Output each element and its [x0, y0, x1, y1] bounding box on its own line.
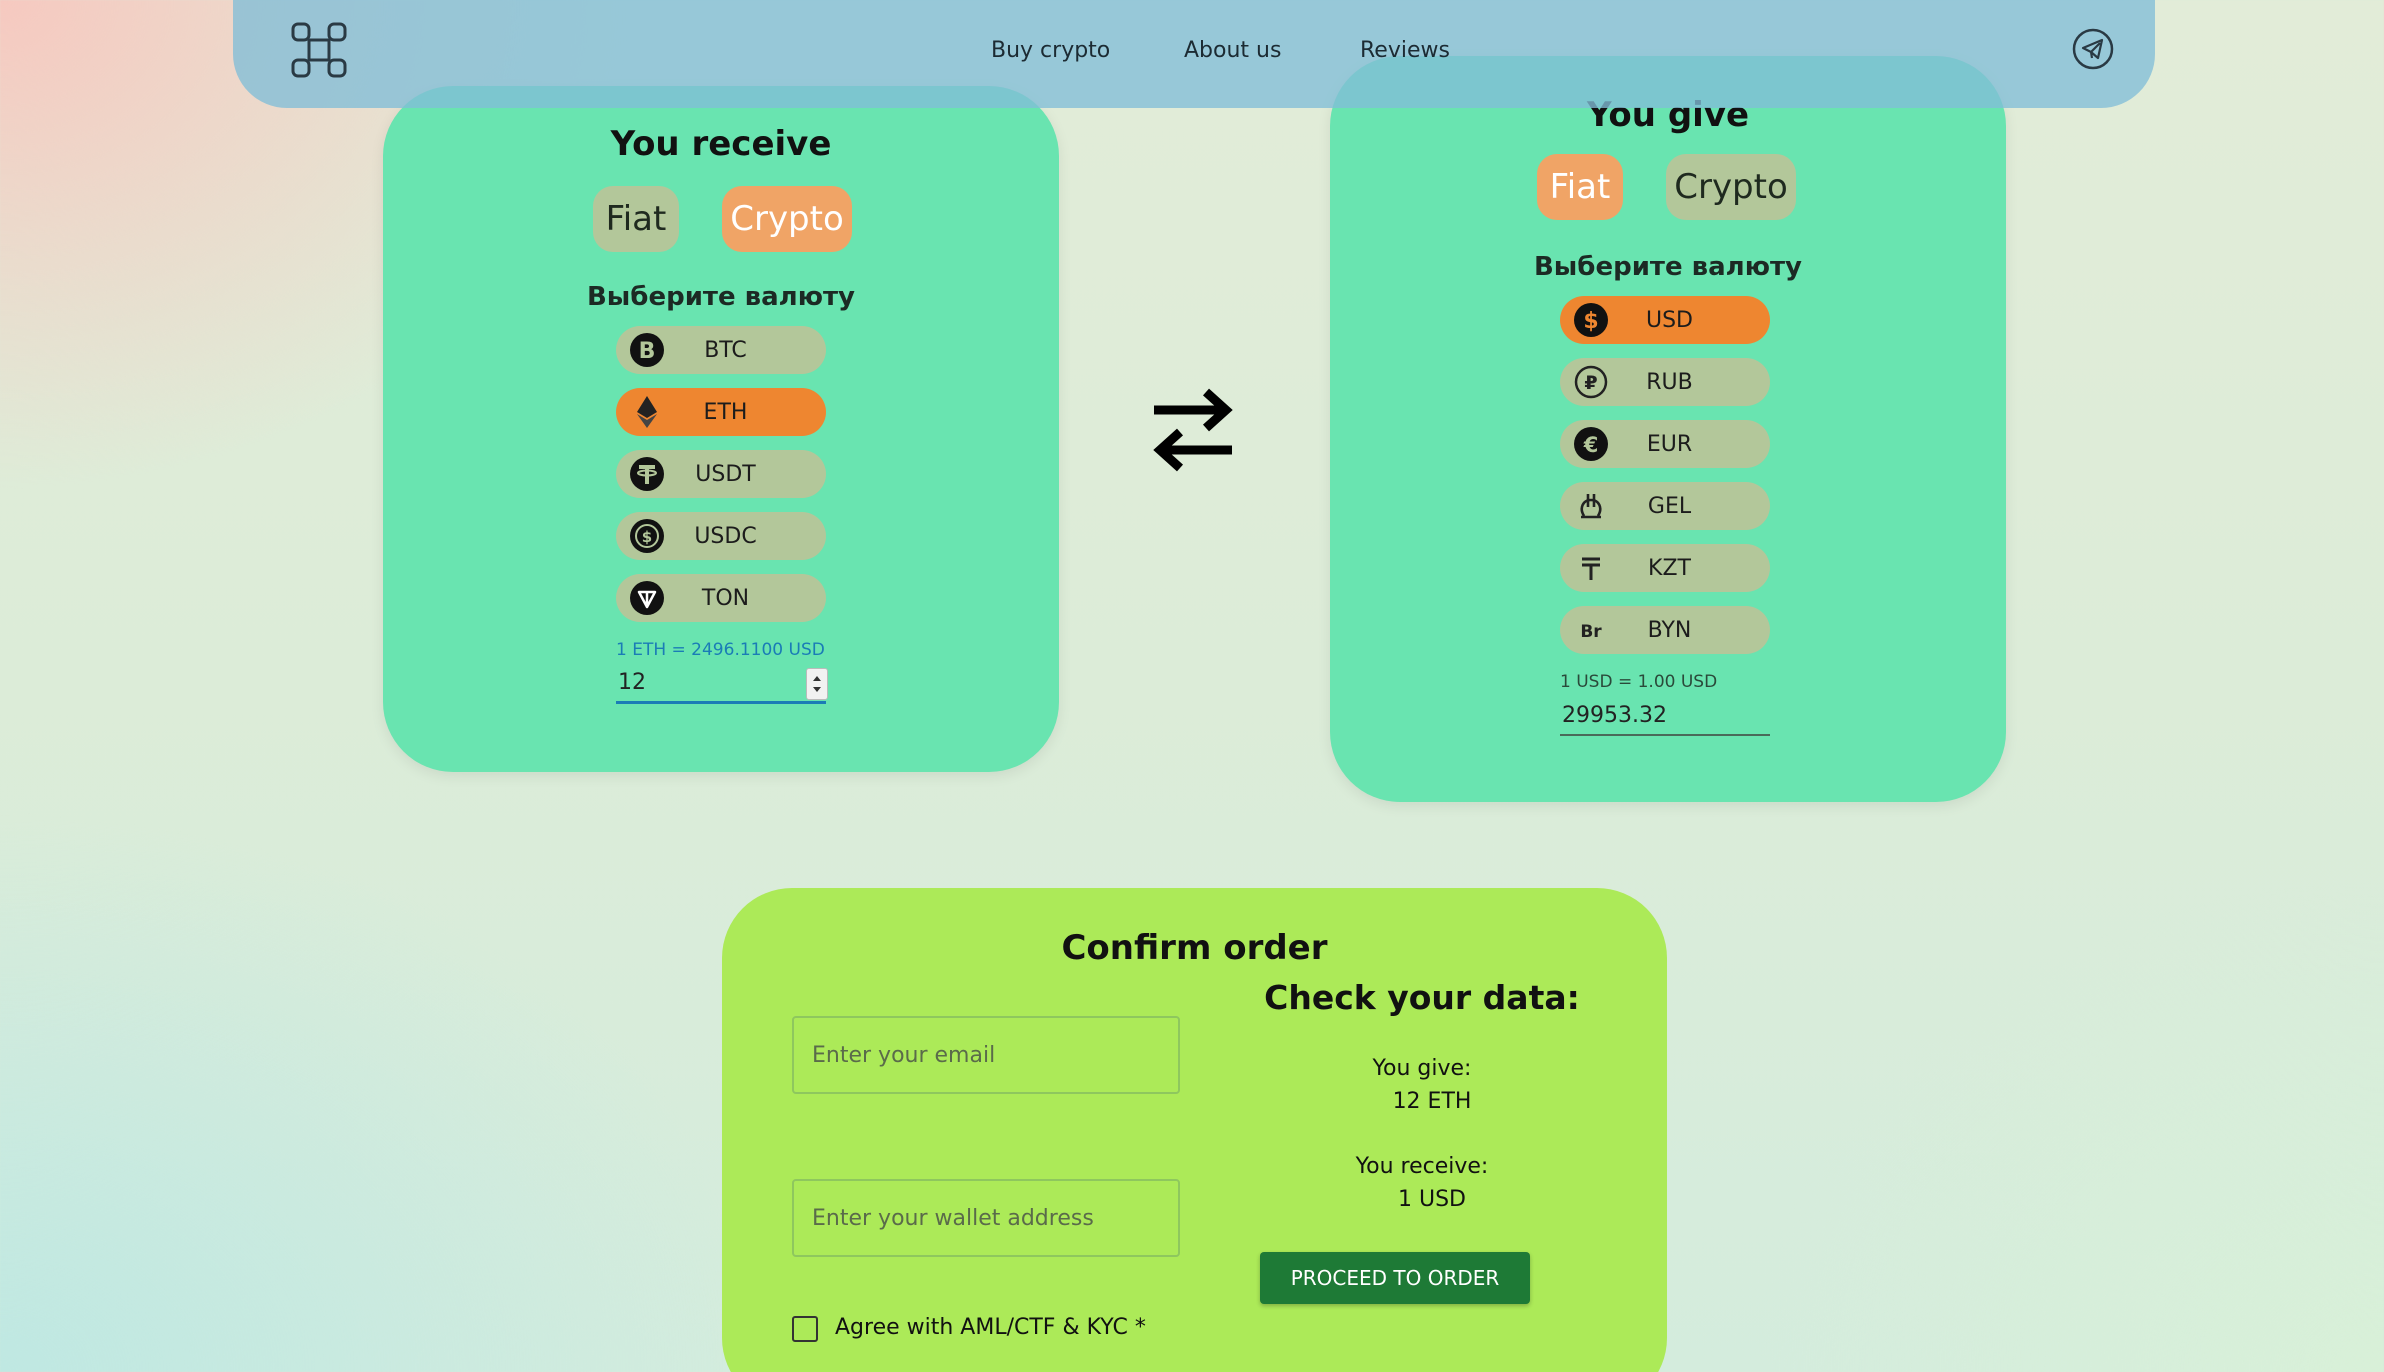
give-fiat-tab[interactable]: Fiat: [1537, 154, 1623, 220]
give-currency-eur[interactable]: € EUR: [1560, 420, 1770, 468]
svg-text:Br: Br: [1580, 622, 1602, 642]
proceed-to-order-button[interactable]: PROCEED TO ORDER: [1260, 1252, 1530, 1304]
receive-amount-input[interactable]: [616, 664, 826, 704]
swap-arrows-icon[interactable]: [1150, 382, 1236, 478]
check-data-title: Check your data:: [1264, 978, 1580, 1017]
receive-currency-usdc[interactable]: $ USDC: [616, 512, 826, 560]
ton-icon: [629, 580, 665, 616]
currency-label: USDT: [695, 461, 756, 487]
currency-label: EUR: [1646, 431, 1693, 457]
telegram-icon[interactable]: [2071, 27, 2115, 71]
tether-icon: [629, 456, 665, 492]
nav-buy-crypto[interactable]: Buy crypto: [991, 38, 1110, 63]
receive-title: You receive: [610, 124, 832, 164]
logo-icon[interactable]: [289, 20, 349, 80]
lari-icon: [1573, 488, 1609, 524]
give-currency-usd[interactable]: $ USD: [1560, 296, 1770, 344]
currency-label: USD: [1645, 307, 1693, 333]
wallet-address-field[interactable]: [792, 1179, 1180, 1257]
currency-label: TON: [701, 585, 750, 611]
nav-about-us[interactable]: About us: [1184, 38, 1281, 63]
give-currency-byn[interactable]: Br BYN: [1560, 606, 1770, 654]
top-navbar: Buy crypto About us Reviews: [233, 0, 2155, 108]
svg-text:B: B: [639, 339, 656, 364]
belarus-ruble-icon: Br: [1573, 612, 1609, 648]
receive-card: You receive Fiat Crypto Выберите валюту …: [383, 86, 1059, 772]
currency-label: KZT: [1648, 555, 1691, 581]
confirm-title: Confirm order: [1061, 928, 1328, 968]
usdc-icon: $: [629, 518, 665, 554]
summary-give-value: 12 ETH: [1392, 1089, 1472, 1114]
currency-label: BTC: [704, 337, 747, 363]
receive-currency-ton[interactable]: TON: [616, 574, 826, 622]
confirm-order-card: Confirm order Check your data: You give:…: [722, 888, 1667, 1372]
receive-select-label: Выберите валюту: [586, 282, 856, 312]
email-field[interactable]: [792, 1016, 1180, 1094]
ethereum-icon: [629, 394, 665, 430]
svg-text:€: €: [1583, 433, 1599, 457]
dollar-icon: $: [1573, 302, 1609, 338]
give-card: You give Fiat Crypto Выберите валюту $ U…: [1330, 56, 2006, 802]
euro-icon: €: [1573, 426, 1609, 462]
ruble-icon: ₽: [1573, 364, 1609, 400]
bitcoin-icon: B: [629, 332, 665, 368]
receive-fiat-tab[interactable]: Fiat: [593, 186, 679, 252]
amount-stepper[interactable]: [806, 668, 828, 700]
receive-crypto-tab[interactable]: Crypto: [722, 186, 852, 252]
agree-label: Agree with AML/CTF & KYC *: [835, 1315, 1146, 1340]
give-select-label: Выберите валюту: [1533, 252, 1803, 282]
summary-give-label: You give:: [1372, 1056, 1472, 1081]
tenge-icon: [1573, 550, 1609, 586]
currency-label: RUB: [1646, 369, 1693, 395]
currency-label: ETH: [703, 399, 748, 425]
give-currency-rub[interactable]: ₽ RUB: [1560, 358, 1770, 406]
svg-text:$: $: [1583, 309, 1598, 334]
currency-label: GEL: [1647, 493, 1692, 519]
summary-receive-label: You receive:: [1355, 1154, 1489, 1179]
give-currency-kzt[interactable]: KZT: [1560, 544, 1770, 592]
svg-text:₽: ₽: [1584, 372, 1597, 394]
give-crypto-tab[interactable]: Crypto: [1666, 154, 1796, 220]
svg-text:$: $: [642, 528, 652, 546]
receive-currency-eth[interactable]: ETH: [616, 388, 826, 436]
receive-currency-btc[interactable]: B BTC: [616, 326, 826, 374]
nav-reviews[interactable]: Reviews: [1360, 38, 1450, 63]
summary-receive-value: 1 USD: [1398, 1187, 1466, 1212]
give-amount-input[interactable]: [1560, 696, 1770, 736]
receive-rate-text: 1 ETH = 2496.1100 USD: [616, 640, 825, 660]
give-currency-gel[interactable]: GEL: [1560, 482, 1770, 530]
agree-checkbox[interactable]: [792, 1316, 818, 1342]
currency-label: BYN: [1647, 617, 1692, 643]
give-rate-text: 1 USD = 1.00 USD: [1560, 672, 1718, 692]
receive-currency-usdt[interactable]: USDT: [616, 450, 826, 498]
currency-label: USDC: [694, 523, 757, 549]
